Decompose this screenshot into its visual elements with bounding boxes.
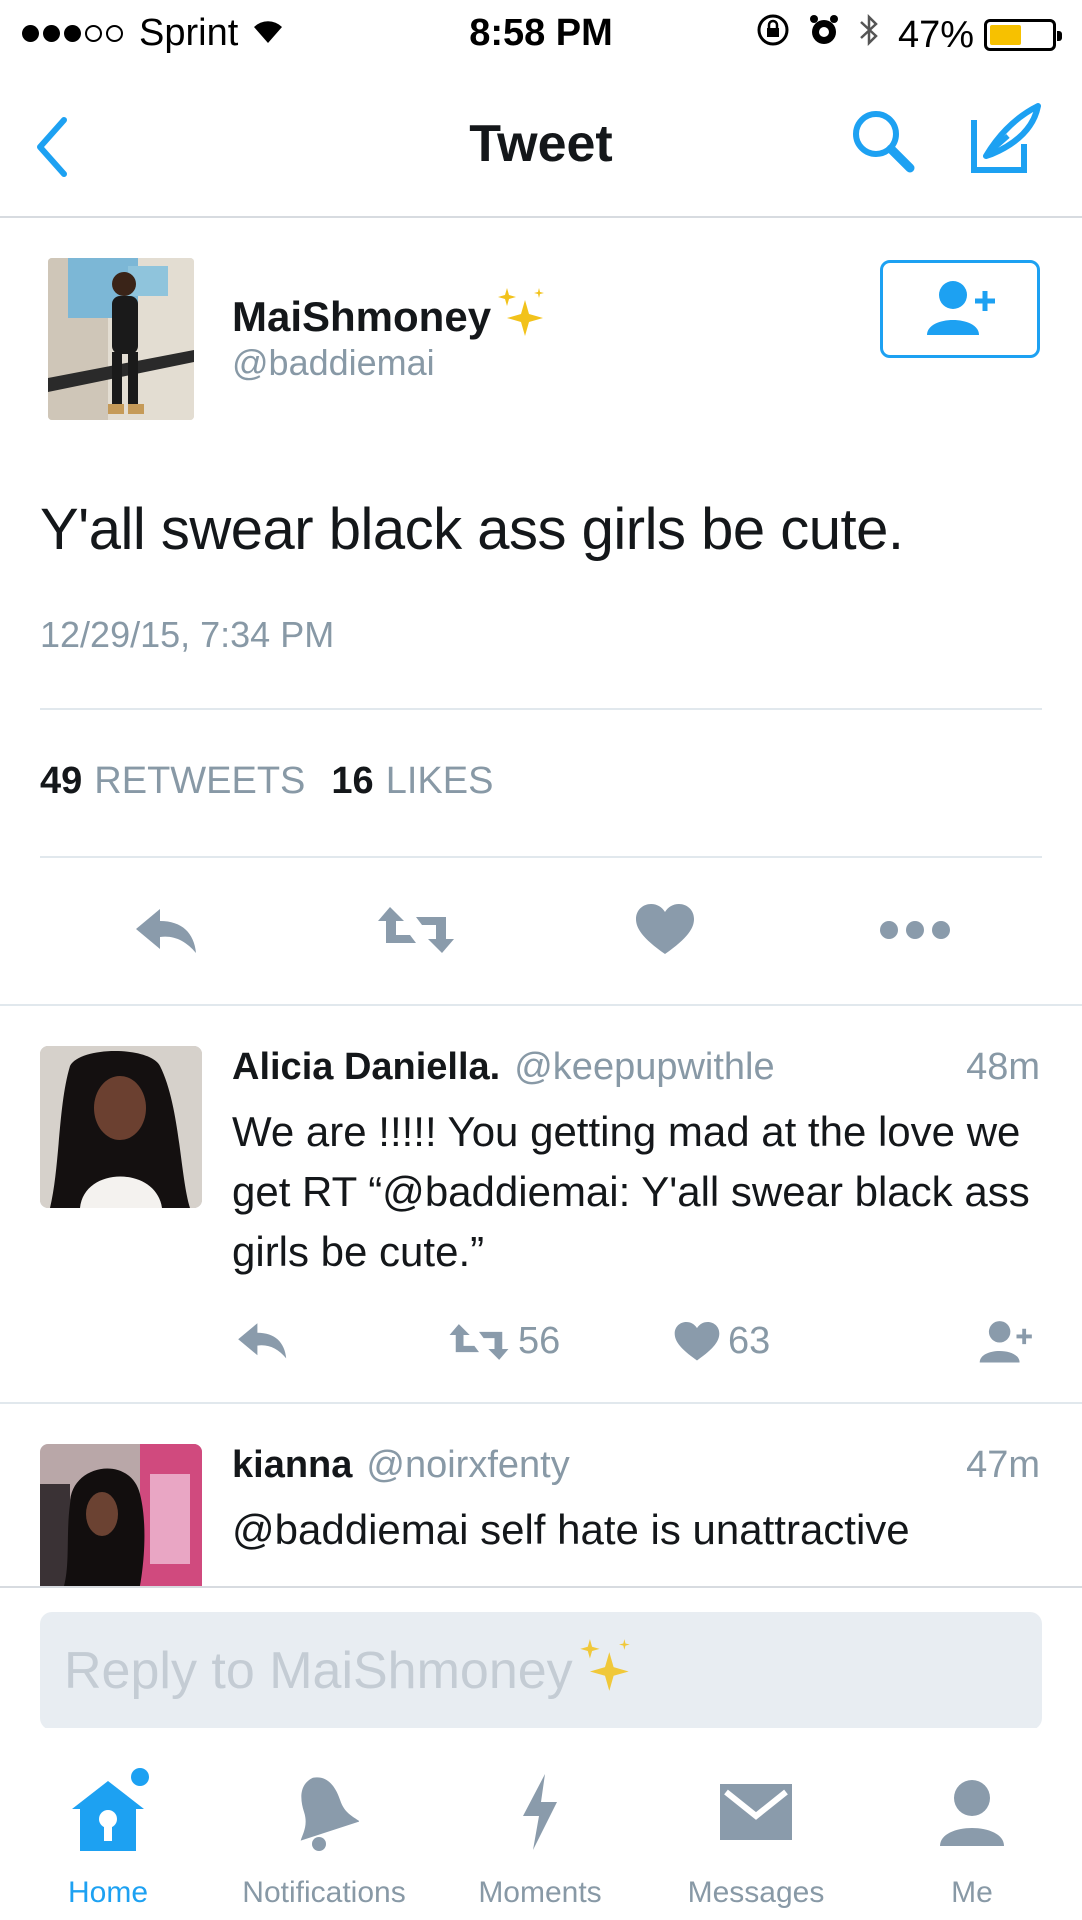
reply-input[interactable]: Reply to MaiShmoney xyxy=(40,1612,1042,1730)
more-icon[interactable] xyxy=(878,900,952,960)
nav-bar: Tweet xyxy=(0,70,1082,218)
likes-count: 16 xyxy=(331,760,374,802)
reply-header: kianna @noirxfenty xyxy=(232,1444,570,1487)
like-icon xyxy=(674,1321,720,1360)
like-icon[interactable] xyxy=(636,900,694,960)
reply-header: Alicia Daniella. @keepupwithle xyxy=(232,1046,775,1089)
divider xyxy=(0,1004,1082,1006)
reply-like-button[interactable]: 63 xyxy=(674,1320,770,1363)
follow-user-icon[interactable] xyxy=(976,1318,1042,1364)
reply-author-name[interactable]: kianna xyxy=(232,1444,352,1487)
bluetooth-icon xyxy=(858,12,880,58)
author-name[interactable]: MaiShmoney xyxy=(232,286,547,348)
reply-age: 48m xyxy=(966,1046,1040,1088)
person-icon xyxy=(864,1772,1080,1852)
retweet-icon[interactable] xyxy=(376,900,456,960)
tab-label: Notifications xyxy=(242,1876,406,1909)
reply-retweet-button[interactable]: 56 xyxy=(448,1320,560,1363)
author-avatar[interactable] xyxy=(48,258,194,420)
divider xyxy=(40,708,1042,710)
tab-label: Home xyxy=(67,1876,149,1909)
divider xyxy=(40,856,1042,858)
retweets-label: RETWEETS xyxy=(94,760,306,802)
rotation-lock-icon xyxy=(756,13,790,57)
tab-moments[interactable]: Moments xyxy=(432,1728,648,1920)
reply-author-handle[interactable]: @noirxfenty xyxy=(366,1444,569,1487)
reply-age: 47m xyxy=(966,1444,1040,1486)
tab-label: Moments xyxy=(478,1876,602,1909)
tab-home[interactable]: Home xyxy=(0,1728,216,1920)
tab-notifications[interactable]: Notifications xyxy=(216,1728,432,1920)
status-right: 47% xyxy=(738,12,1062,58)
compose-icon[interactable] xyxy=(962,98,1046,182)
divider xyxy=(0,1402,1082,1404)
tab-messages[interactable]: Messages xyxy=(648,1728,864,1920)
reply-retweet-count: 56 xyxy=(518,1320,561,1362)
reply-text: @baddiemai self hate is unattractive xyxy=(232,1506,910,1553)
battery-fill xyxy=(990,25,1022,45)
reply-author-handle[interactable]: @keepupwithle xyxy=(514,1046,774,1089)
author-name-text: MaiShmoney xyxy=(232,293,492,340)
reply-icon[interactable] xyxy=(236,1320,298,1360)
tab-bar: Home Notifications Moments Messages Me xyxy=(0,1728,1082,1920)
battery-percent: 47% xyxy=(897,13,974,56)
sparkles-icon xyxy=(495,286,547,348)
likes-label: LIKES xyxy=(385,760,494,802)
tweet-stats: 49 RETWEETS 16 LIKES xyxy=(40,760,519,803)
reply-text: We are !!!!! You getting mad at the love… xyxy=(232,1108,1030,1275)
tab-me[interactable]: Me xyxy=(864,1728,1080,1920)
search-icon[interactable] xyxy=(846,104,922,180)
reply-avatar[interactable] xyxy=(40,1046,202,1208)
reply-author-name[interactable]: Alicia Daniella. xyxy=(232,1046,500,1089)
battery-icon xyxy=(984,19,1062,51)
lightning-icon xyxy=(432,1772,648,1852)
reply-avatar[interactable] xyxy=(40,1444,202,1586)
follow-button[interactable] xyxy=(880,260,1040,358)
status-bar: Sprint 8:58 PM 47% xyxy=(0,0,1082,70)
envelope-icon xyxy=(648,1772,864,1852)
bell-icon xyxy=(216,1772,432,1852)
likes-stat[interactable]: 16 LIKES xyxy=(331,760,493,803)
reply-composer-bar: Reply to MaiShmoney xyxy=(0,1586,1082,1730)
tweet-timestamp: 12/29/15, 7:34 PM xyxy=(40,614,335,655)
home-icon xyxy=(0,1768,216,1852)
author-handle[interactable]: @baddiemai xyxy=(232,342,435,384)
retweet-icon xyxy=(449,1323,509,1360)
tab-label: Me xyxy=(951,1876,993,1909)
reply-like-count: 63 xyxy=(728,1320,771,1362)
reply-input-placeholder: Reply to MaiShmoney xyxy=(64,1642,573,1700)
retweets-stat[interactable]: 49 RETWEETS xyxy=(40,760,305,803)
retweets-count: 49 xyxy=(40,760,83,802)
alarm-icon xyxy=(808,13,840,57)
tab-label: Messages xyxy=(687,1876,825,1909)
reply-icon[interactable] xyxy=(134,900,200,960)
follow-user-icon xyxy=(925,277,995,342)
sparkles-icon xyxy=(577,1637,633,1706)
tweet-text: Y'all swear black ass girls be cute. xyxy=(40,497,904,562)
